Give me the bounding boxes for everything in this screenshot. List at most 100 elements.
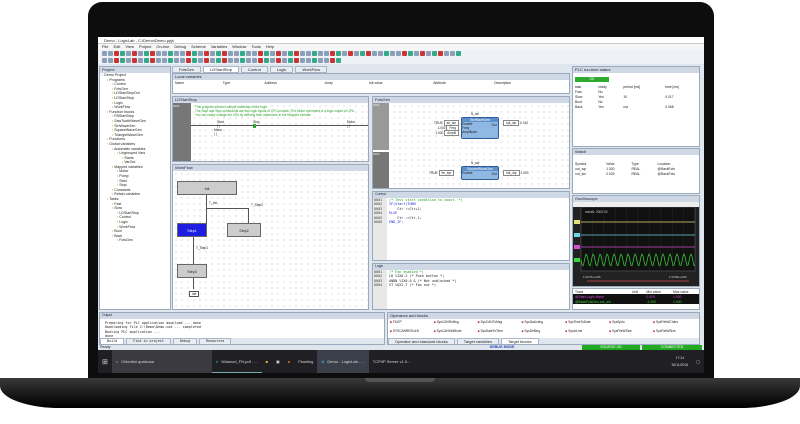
output-tab[interactable]: Resources <box>199 338 232 344</box>
toolbar-button-icon[interactable] <box>132 58 137 63</box>
toolbar-button-icon[interactable] <box>306 51 311 56</box>
column-header[interactable]: Description <box>492 80 569 85</box>
coil-motor[interactable]: Motor( ) <box>347 120 355 128</box>
toolbar-button-icon[interactable] <box>210 58 215 63</box>
toolbar-button-icon[interactable] <box>312 51 317 56</box>
toolbar-button-icon[interactable] <box>312 58 317 63</box>
sfc-transition-step1[interactable]: T_Step1 <box>196 246 208 250</box>
code-line[interactable]: 0006 END_IF; <box>373 220 569 225</box>
sinwavegen-block[interactable]: SinWaveGen Enable Freq Amplitude Out <box>461 117 499 139</box>
logic-il-editor[interactable]: Logic 0001 (* Fan enabled *) 0002 LD %IX0… <box>372 263 570 310</box>
toolbar-button-icon[interactable] <box>264 58 269 63</box>
sfc-step-3[interactable]: Step3 <box>177 264 207 278</box>
column-header[interactable]: Type <box>221 80 263 85</box>
toolbar-button-icon[interactable] <box>366 51 371 56</box>
toolbar-button-icon[interactable] <box>228 51 233 56</box>
toolbar-button-icon[interactable] <box>270 58 275 63</box>
toolbar-button-icon[interactable] <box>354 51 359 56</box>
operator-item[interactable]: ■ SysFileWChars <box>653 320 697 329</box>
toolbar-button-icon[interactable] <box>288 58 293 63</box>
toolbar-button-icon[interactable] <box>180 58 185 63</box>
operators-tab[interactable]: Operator and standard blocks <box>388 338 455 344</box>
toolbar-button-icon[interactable] <box>216 58 221 63</box>
squarewavegen-block[interactable]: SquareWaveGen Enable Out <box>461 166 499 180</box>
toolbar-button-icon[interactable] <box>330 58 335 63</box>
toolbar-button-icon[interactable] <box>198 58 203 63</box>
toolbar-button-icon[interactable] <box>210 51 215 56</box>
output-tab[interactable]: Debug <box>172 338 198 344</box>
toolbar-button-icon[interactable] <box>252 51 257 56</box>
taskbar-app-4[interactable]: TCP/IP Server v1.0... <box>369 350 415 373</box>
trace-marker[interactable] <box>574 220 580 224</box>
toolbar-button-icon[interactable] <box>192 58 197 63</box>
sfc-editor[interactable]: WorkFlow Init T_Init T_Step2 Step1 Step2… <box>172 164 369 310</box>
sfc-step-1-active[interactable]: Step1 <box>177 223 207 237</box>
toolbar-button-icon[interactable] <box>186 58 191 63</box>
toolbar-button-icon[interactable] <box>174 51 179 56</box>
operator-item[interactable]: ■ SysSpiIo <box>609 320 653 329</box>
taskbar-app-1[interactable]: e \\Manuel_FN.pdf - ... <box>211 350 262 373</box>
output-tab[interactable]: Build <box>100 338 125 344</box>
toolbar-button-icon[interactable] <box>186 51 191 56</box>
toolbar-button-icon[interactable] <box>438 51 443 56</box>
toolbar-button-icon[interactable] <box>372 51 377 56</box>
fbd-editor[interactable]: FctsGen 0001 0002 N_sin SinWaveGen Enabl… <box>372 96 570 189</box>
toolbar-button-icon[interactable] <box>108 51 113 56</box>
sfc-step-init[interactable]: Init <box>177 181 237 195</box>
toolbar-button-icon[interactable] <box>174 58 179 63</box>
toolbar-button-icon[interactable] <box>282 58 287 63</box>
toolbar-button-icon[interactable] <box>384 51 389 56</box>
taskbar-app-2[interactable]: Flashing <box>294 350 317 373</box>
toolbar-button-icon[interactable] <box>168 51 173 56</box>
toolbar-button-icon[interactable] <box>336 51 341 56</box>
toolbar-button-icon[interactable] <box>288 51 293 56</box>
clock[interactable]: 17:24 30/11/2016 <box>668 350 693 373</box>
trace-marker[interactable] <box>574 233 580 237</box>
toolbar-button-icon[interactable] <box>426 51 431 56</box>
toolbar-button-icon[interactable] <box>234 58 239 63</box>
toolbar-button-icon[interactable] <box>276 51 281 56</box>
sfc-transition-step2[interactable]: T_Step2 <box>251 203 263 207</box>
toolbar-button-icon[interactable] <box>282 51 287 56</box>
toolbar-button-icon[interactable] <box>300 51 305 56</box>
control-st-editor[interactable]: Control 0001 (* Test start condition to … <box>372 191 570 261</box>
firefox-icon[interactable]: ● <box>284 350 294 373</box>
toolbar-button-icon[interactable] <box>150 51 155 56</box>
store-icon[interactable]: ▣ <box>272 350 284 373</box>
toolbar-button-icon[interactable] <box>114 51 119 56</box>
toolbar-button-icon[interactable] <box>336 58 341 63</box>
sfc-step-2[interactable]: Step2 <box>227 223 261 237</box>
operator-item[interactable]: ■ SysTimeToDate <box>565 320 609 329</box>
toolbar-button-icon[interactable] <box>138 51 143 56</box>
toolbar-button-icon[interactable] <box>252 58 257 63</box>
toolbar-button-icon[interactable] <box>126 58 131 63</box>
tab-ldstartstop[interactable]: LDStartStop <box>203 66 239 73</box>
column-header[interactable]: Attribute <box>431 80 492 85</box>
toolbar-button-icon[interactable] <box>216 51 221 56</box>
column-header[interactable]: Address <box>262 80 322 85</box>
table-row[interactable]: @BackFctsGen.out_sin -1.000 1.000 <box>573 299 699 304</box>
output-tab[interactable]: Find in project <box>126 338 171 344</box>
toolbar-button-icon[interactable] <box>222 51 227 56</box>
operator-item[interactable]: ■ SysCANRxMsg <box>434 320 478 329</box>
toolbar-button-icon[interactable] <box>240 51 245 56</box>
contact-motor-hold[interactable]: Motor | | <box>214 128 222 136</box>
toolbar-button-icon[interactable] <box>300 58 305 63</box>
operator-item[interactable]: ■ SysDaListing <box>522 320 566 329</box>
toolbar-button-icon[interactable] <box>294 51 299 56</box>
tree-item[interactable]: ▪ FctsGen <box>100 238 170 243</box>
toolbar-button-icon[interactable] <box>228 58 233 63</box>
toolbar-button-icon[interactable] <box>270 51 275 56</box>
toolbar-button-icon[interactable] <box>408 51 413 56</box>
table-row[interactable]: out_sin 0.025 REAL @BackFcts <box>573 171 699 176</box>
toolbar-button-icon[interactable] <box>306 58 311 63</box>
sfc-transition-init[interactable]: T_Init <box>209 201 217 205</box>
toolbar-button-icon[interactable] <box>204 51 209 56</box>
trace-marker[interactable] <box>574 245 580 249</box>
tab-logic[interactable]: Logic <box>269 66 294 73</box>
toolbar-button-icon[interactable] <box>342 51 347 56</box>
toolbar-button-icon[interactable] <box>144 51 149 56</box>
operator-item[interactable]: ■ SysIoLine <box>565 329 609 338</box>
code-line[interactable]: 0004 ST %QX2.7 (* Fan out *) <box>373 283 569 288</box>
toolbar-button-icon[interactable] <box>414 51 419 56</box>
